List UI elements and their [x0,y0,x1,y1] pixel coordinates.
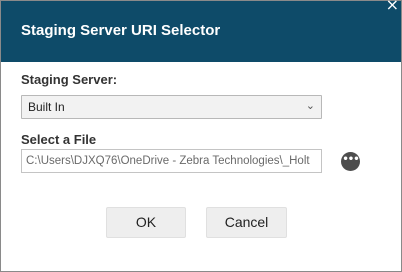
close-icon[interactable]: × [386,0,399,14]
dialog-title: Staging Server URI Selector [21,22,221,39]
browse-file-button[interactable]: ••• [341,152,360,171]
staging-server-select[interactable]: Built In ⌄ [21,95,322,119]
file-path-field[interactable]: C:\Users\DJXQ76\OneDrive - Zebra Technol… [21,149,322,173]
staging-server-uri-dialog: Staging Server URI Selector × Staging Se… [0,0,402,272]
file-path-value: C:\Users\DJXQ76\OneDrive - Zebra Technol… [26,155,310,167]
more-options-icon: ••• [342,154,359,165]
ok-button[interactable]: OK [106,207,186,238]
staging-server-selected-value: Built In [28,100,65,114]
chevron-down-icon: ⌄ [305,99,315,112]
cancel-button[interactable]: Cancel [206,207,287,238]
dialog-titlebar: Staging Server URI Selector × [1,0,401,62]
staging-server-label: Staging Server: [21,72,118,87]
select-file-label: Select a File [21,132,97,147]
